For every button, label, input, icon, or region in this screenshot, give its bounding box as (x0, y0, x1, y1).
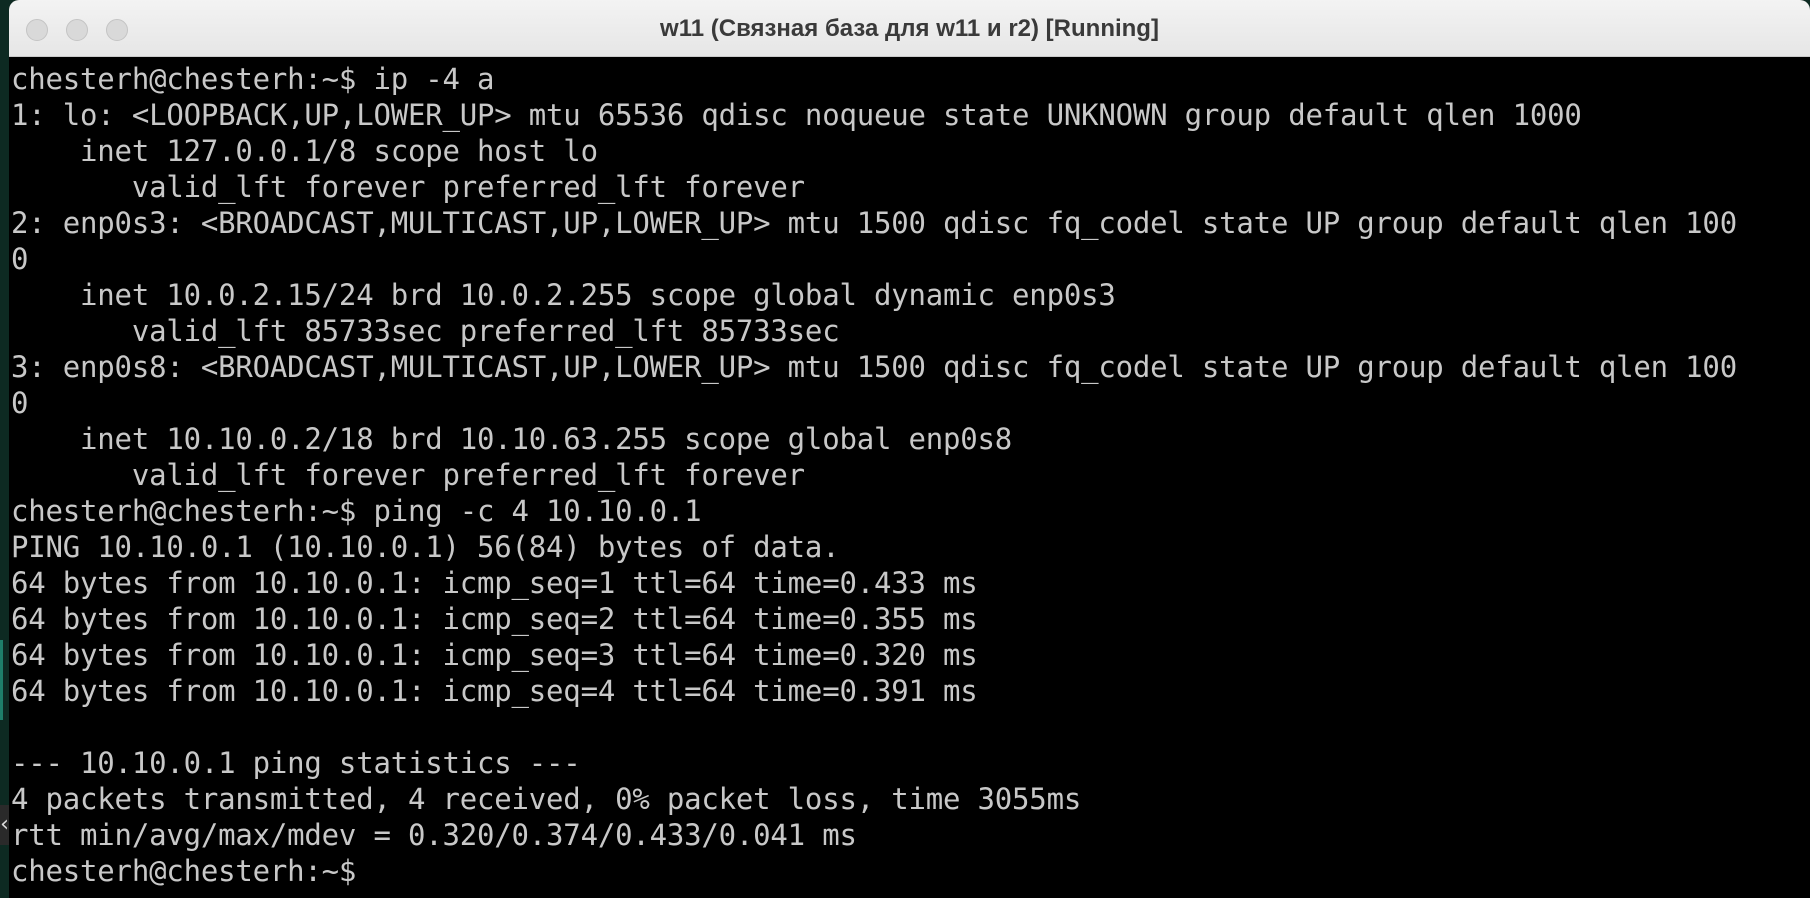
chevron-left-icon[interactable]: ‹ (0, 805, 9, 845)
terminal-line: 64 bytes from 10.10.0.1: icmp_seq=4 ttl=… (11, 674, 978, 708)
terminal-line: valid_lft 85733sec preferred_lft 85733se… (11, 314, 840, 348)
terminal-line: 64 bytes from 10.10.0.1: icmp_seq=3 ttl=… (11, 638, 978, 672)
terminal-line: --- 10.10.0.1 ping statistics --- (11, 746, 581, 780)
window-title: w11 (Связная база для w11 и r2) [Running… (660, 15, 1159, 42)
terminal-line: 64 bytes from 10.10.0.1: icmp_seq=1 ttl=… (11, 566, 978, 600)
terminal-console[interactable]: chesterh@chesterh:~$ ip -4 a 1: lo: <LOO… (9, 61, 1810, 898)
terminal-line: valid_lft forever preferred_lft forever (11, 458, 805, 492)
terminal-line: 0 (11, 242, 29, 276)
terminal-line: inet 10.0.2.15/24 brd 10.0.2.255 scope g… (11, 278, 1116, 312)
terminal-line: 4 packets transmitted, 4 received, 0% pa… (11, 782, 1082, 816)
terminal-line: chesterh@chesterh:~$ ping -c 4 10.10.0.1 (11, 494, 702, 528)
desktop-edge-accent (0, 640, 3, 720)
terminal-line: 3: enp0s8: <BROADCAST,MULTICAST,UP,LOWER… (11, 350, 1737, 384)
vm-window: w11 (Связная база для w11 и r2) [Running… (9, 0, 1810, 898)
terminal-line: 1: lo: <LOOPBACK,UP,LOWER_UP> mtu 65536 … (11, 98, 1582, 132)
terminal-line: chesterh@chesterh:~$ ip -4 a (11, 62, 495, 96)
terminal-line: 64 bytes from 10.10.0.1: icmp_seq=2 ttl=… (11, 602, 978, 636)
window-titlebar[interactable]: w11 (Связная база для w11 и r2) [Running… (9, 0, 1810, 57)
terminal-prompt-line[interactable]: chesterh@chesterh:~$ (9, 853, 1810, 889)
terminal-line: 0 (11, 386, 29, 420)
desktop-background: w11 (Связная база для w11 и r2) [Running… (0, 0, 1810, 898)
terminal-line: 2: enp0s3: <BROADCAST,MULTICAST,UP,LOWER… (11, 206, 1737, 240)
terminal-line: valid_lft forever preferred_lft forever (11, 170, 805, 204)
terminal-line: inet 10.10.0.2/18 brd 10.10.63.255 scope… (11, 422, 1013, 456)
terminal-line: rtt min/avg/max/mdev = 0.320/0.374/0.433… (11, 818, 857, 852)
terminal-line: inet 127.0.0.1/8 scope host lo (11, 134, 598, 168)
terminal-line: PING 10.10.0.1 (10.10.0.1) 56(84) bytes … (11, 530, 840, 564)
